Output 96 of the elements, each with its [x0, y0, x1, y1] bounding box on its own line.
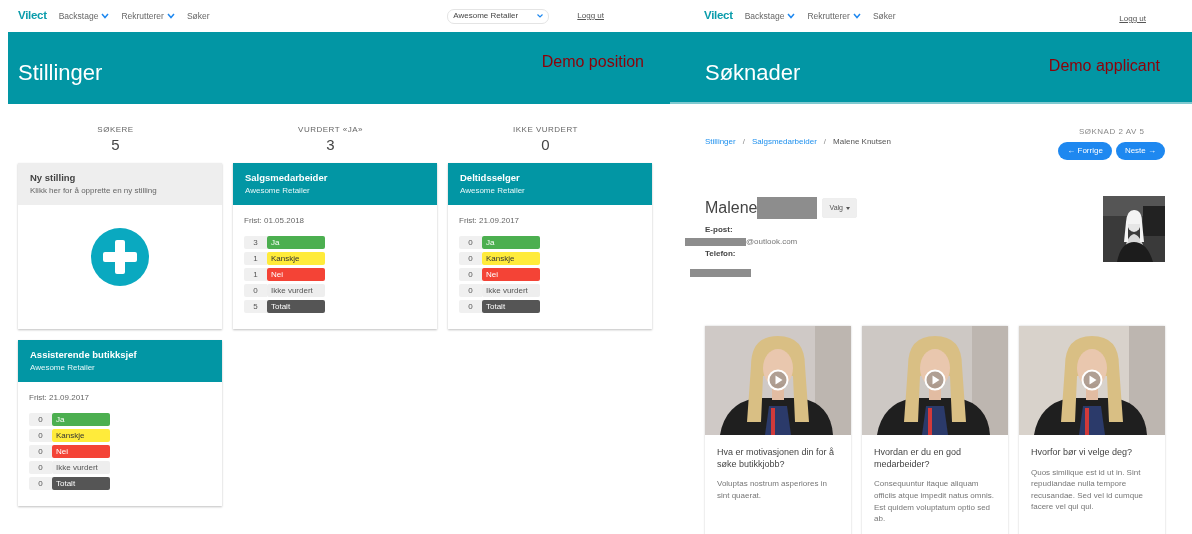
status-label: Totalt: [267, 300, 325, 313]
status-label: Kanskje: [267, 252, 325, 265]
stat-label: IKKE VURDERT: [512, 124, 579, 136]
breadcrumb-current: Malene Knutsen: [833, 136, 891, 148]
question-description: Voluptas nostrum asperiores in sint quaerat.: [716, 478, 828, 502]
demo-label: Demo position: [541, 52, 644, 72]
stat-value: 0: [540, 136, 551, 154]
count-value: 0: [459, 300, 482, 313]
nav-link[interactable]: Backstage: [744, 9, 796, 23]
count-value: 0: [459, 236, 482, 249]
email-value: @outlook.com: [746, 236, 798, 248]
question-description: Consequuntur itaque aliquam officiis atque impedit natus omnis. Est quidem voluptatum optio sed ab.: [873, 478, 995, 525]
video-card[interactable]: Hvordan er du en god medarbeider? Consequuntur itaque aliquam officiis atque impedit natus omnis. Est quidem voluptatum optio sed ab.: [862, 326, 1008, 534]
deadline: Frist: 01.05.2018: [244, 215, 306, 227]
next-button[interactable]: Neste →: [1115, 142, 1165, 160]
logout-link[interactable]: Logg ut: [1119, 13, 1146, 25]
nav-link[interactable]: Søker: [872, 9, 896, 23]
breadcrumb-link[interactable]: Salgsmedarbeider: [751, 136, 817, 160]
caret-icon: [846, 206, 850, 210]
previous-button[interactable]: ← Forrige: [1058, 142, 1112, 160]
field-label: Telefon:: [705, 248, 737, 260]
company-select[interactable]: Awesome Retailer: [447, 8, 550, 24]
question-title: Hvordan er du en god medarbeider?: [873, 446, 963, 471]
card-title: Ny stilling: [30, 171, 77, 185]
count-value: 0: [459, 268, 482, 281]
chevron-down-icon: [537, 14, 544, 18]
status-label: Ja: [52, 413, 110, 426]
redaction-bar: [685, 238, 746, 246]
deadline: Frist: 21.09.2017: [29, 392, 91, 404]
play-icon[interactable]: [924, 369, 946, 391]
count-value: 0: [29, 477, 52, 490]
position-card[interactable]: Salgsmedarbeider Awesome Retailer Frist: 01.05.2018 3 Ja 1 Kanskje 1 Nei 0 Ikke vurdert 5 Totalt: [233, 163, 437, 329]
plus-icon[interactable]: [90, 227, 150, 287]
count-value: 5: [244, 300, 267, 313]
card-title: Assisterende butikksjef: [30, 348, 138, 362]
demo-label: Demo applicant: [1048, 56, 1160, 76]
logo[interactable]: Vilect: [18, 7, 47, 25]
new-position-card[interactable]: Ny stilling Klikk her for å opprette en ny stilling: [18, 163, 222, 329]
field-label: E-post:: [705, 224, 734, 236]
stat-value: 3: [325, 136, 336, 154]
pager-label: SØKNAD 2 AV 5: [1077, 126, 1146, 138]
question-description: Quos similique est id ut in. Sint repudiandae nulla tempore recusandae. Sed vel id cumque facere vel qui qui.: [1030, 466, 1145, 514]
status-label: Ja: [267, 236, 325, 249]
stat-label: VURDERT «JA»: [297, 124, 364, 136]
status-label: Ja: [482, 236, 540, 249]
redaction-bar: [690, 269, 751, 277]
logo[interactable]: Vilect: [704, 7, 733, 25]
count-value: 3: [244, 236, 267, 249]
page-title: Søknader: [705, 59, 801, 87]
position-card[interactable]: Deltidsselger Awesome Retailer Frist: 21.09.2017 0 Ja 0 Kanskje 0 Nei 0 Ikke vurdert 0 Totalt: [448, 163, 652, 329]
play-icon[interactable]: [767, 369, 789, 391]
nav-link[interactable]: Rekrutterer: [807, 9, 861, 23]
count-value: 0: [29, 429, 52, 442]
status-label: Totalt: [52, 477, 110, 490]
card-subtitle: Awesome Retailer: [30, 362, 96, 375]
status-label: Ikke vurdert: [52, 461, 110, 474]
video-card[interactable]: Hvorfor bør vi velge deg? Quos similique est id ut in. Sint repudiandae nulla tempore recusandae. Sed vel id cumque facere vel qui qui.: [1019, 326, 1165, 534]
stat-value: 5: [110, 136, 121, 154]
question-title: Hvorfor bør vi velge deg?: [1030, 446, 1134, 459]
breadcrumb-separator: /: [823, 136, 827, 148]
status-label: Nei: [52, 445, 110, 458]
card-title: Salgsmedarbeider: [245, 171, 329, 185]
applicant-name: Malene: [705, 198, 758, 218]
breadcrumb-link[interactable]: Stillinger: [705, 136, 736, 160]
question-title: Hva er motivasjonen din for å søke butikkjobb?: [716, 446, 836, 471]
page-title: Stillinger: [18, 59, 103, 87]
stat-label: SØKERE: [96, 124, 135, 136]
status-label: Ikke vurdert: [267, 284, 325, 297]
count-value: 1: [244, 252, 267, 265]
status-label: Nei: [482, 268, 540, 281]
card-title: Deltidsselger: [460, 171, 521, 185]
status-label: Kanskje: [52, 429, 110, 442]
status-label: Kanskje: [482, 252, 540, 265]
nav-link[interactable]: Søker: [186, 9, 210, 23]
status-label: Ikke vurdert: [482, 284, 540, 297]
play-icon[interactable]: [1081, 369, 1103, 391]
count-value: 0: [29, 413, 52, 426]
redaction-bar: [757, 197, 818, 219]
count-value: 0: [29, 461, 52, 474]
count-value: 1: [244, 268, 267, 281]
card-subtitle: Awesome Retailer: [245, 185, 311, 198]
deadline: Frist: 21.09.2017: [459, 215, 521, 227]
card-subtitle: Awesome Retailer: [460, 185, 526, 198]
count-value: 0: [29, 445, 52, 458]
card-subtitle: Klikk her for å opprette en ny stilling: [30, 185, 158, 198]
status-label: Nei: [267, 268, 325, 281]
count-value: 0: [459, 252, 482, 265]
count-value: 0: [244, 284, 267, 297]
logout-link[interactable]: Logg ut: [577, 10, 604, 22]
nav-link[interactable]: Rekrutterer: [121, 9, 175, 23]
status-label: Totalt: [482, 300, 540, 313]
video-card[interactable]: Hva er motivasjonen din for å søke butikkjobb? Voluptas nostrum asperiores in sint quaerat.: [705, 326, 851, 534]
breadcrumb-separator: /: [742, 136, 745, 148]
count-value: 0: [459, 284, 482, 297]
nav-link[interactable]: Backstage: [58, 9, 110, 23]
position-card[interactable]: Assisterende butikksjef Awesome Retailer Frist: 21.09.2017 0 Ja 0 Kanskje 0 Nei 0 Ikke vurdert 0 Totalt: [18, 340, 222, 506]
